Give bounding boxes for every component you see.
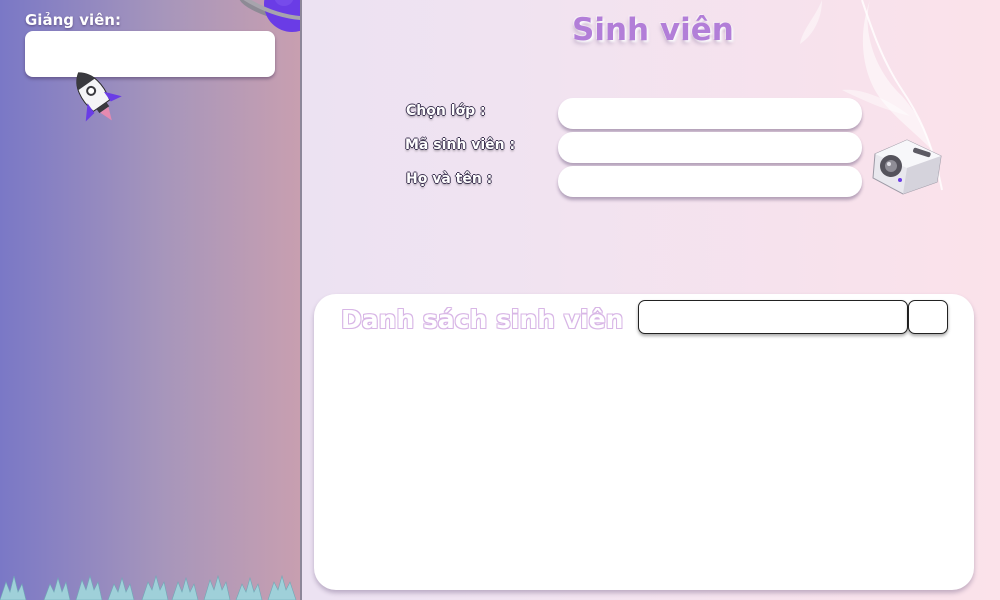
full-name-input[interactable] (558, 166, 862, 197)
sidebar: Giảng viên: (0, 0, 302, 600)
class-select[interactable] (558, 98, 862, 129)
lecturer-label: Giảng viên: (25, 11, 121, 29)
student-table (334, 346, 954, 576)
search-input[interactable] (638, 300, 908, 334)
grass-decoration (0, 574, 297, 600)
planet-icon (238, 0, 300, 32)
student-id-label: Mã sinh viên : (405, 137, 516, 153)
page-title: Sinh viên (572, 12, 734, 48)
class-label: Chọn lớp : (406, 103, 486, 119)
full-name-label: Họ và tên : (406, 171, 493, 187)
rocket-icon (76, 72, 122, 122)
student-list-panel: Danh sách sinh viên (314, 294, 974, 590)
search-button[interactable] (908, 300, 948, 334)
student-id-input[interactable] (558, 132, 862, 163)
student-list-title: Danh sách sinh viên (341, 305, 624, 334)
main-area: Sinh viên Chọn lớp : Mã sinh viên : Họ v… (302, 0, 1000, 600)
projector-icon (872, 139, 942, 195)
